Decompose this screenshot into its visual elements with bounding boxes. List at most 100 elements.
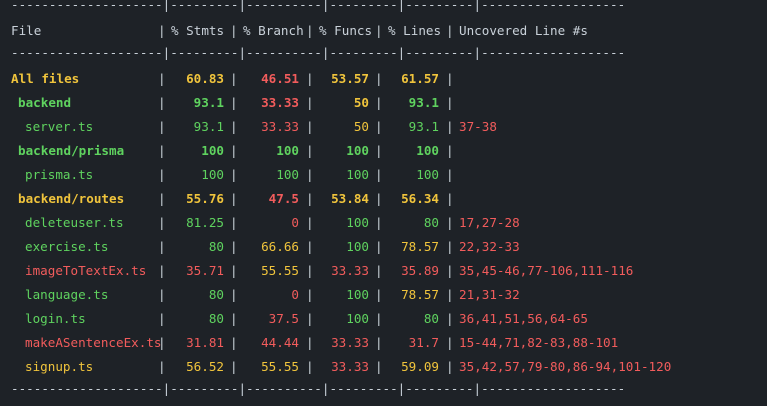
pipe: | xyxy=(158,167,166,182)
file-name: makeASentenceEx.ts xyxy=(25,335,162,350)
pipe: | xyxy=(230,263,238,278)
funcs-value: 100 xyxy=(346,239,369,254)
pipe: | xyxy=(158,311,166,326)
stmts-value: 35.71 xyxy=(186,263,224,278)
branch-value: 100 xyxy=(276,167,299,182)
pipe: | xyxy=(158,263,166,278)
uncovered-lines: 15-44,71,82-83,88-101 xyxy=(459,335,619,350)
pipe: | xyxy=(230,335,238,350)
pipe: | xyxy=(230,167,238,182)
lines-value: 80 xyxy=(423,311,439,326)
uncovered-lines: 22,32-33 xyxy=(459,239,520,254)
uncovered-lines: 35,42,57,79-80,86-94,101-120 xyxy=(459,359,672,374)
pipe: | xyxy=(230,119,238,134)
table-header-row: File | % Stmts | % Branch | % Funcs | % … xyxy=(0,22,767,40)
pipe: | xyxy=(375,263,383,278)
pipe: | xyxy=(446,335,454,350)
pipe: | xyxy=(446,95,454,110)
pipe: | xyxy=(306,311,314,326)
pipe: | xyxy=(375,71,383,86)
table-row: All files | | | | | 60.83 46.51 53.57 61.57 xyxy=(0,70,767,88)
stmts-value: 31.81 xyxy=(186,335,224,350)
pipe: | xyxy=(375,335,383,350)
pipe: | xyxy=(306,119,314,134)
branch-value: 66.66 xyxy=(261,239,299,254)
pipe: | xyxy=(306,239,314,254)
lines-value: 61.57 xyxy=(401,71,439,86)
funcs-value: 100 xyxy=(346,215,369,230)
lines-value: 78.57 xyxy=(401,287,439,302)
lines-value: 56.34 xyxy=(401,191,439,206)
table-row: prisma.ts | | | | | 100 100 100 100 xyxy=(0,166,767,184)
branch-value: 46.51 xyxy=(261,71,299,86)
pipe: | xyxy=(230,71,238,86)
table-row: imageToTextEx.ts | | | | | 35.71 55.55 33.33 35.8… xyxy=(0,262,767,280)
pipe: | xyxy=(230,95,238,110)
pipe: | xyxy=(158,215,166,230)
pipe: | xyxy=(306,143,314,158)
funcs-value: 33.33 xyxy=(331,359,369,374)
pipe: | xyxy=(158,23,166,38)
funcs-value: 100 xyxy=(346,143,369,158)
pipe: | xyxy=(375,191,383,206)
pipe: | xyxy=(230,215,238,230)
pipe: | xyxy=(230,143,238,158)
table-row: backend/prisma | | | | | 100 100 100 100 xyxy=(0,142,767,160)
uncovered-lines: 37-38 xyxy=(459,119,497,134)
funcs-value: 53.84 xyxy=(331,191,369,206)
branch-value: 55.55 xyxy=(261,359,299,374)
pipe: | xyxy=(446,215,454,230)
branch-value: 33.33 xyxy=(261,119,299,134)
pipe: | xyxy=(375,119,383,134)
file-name: imageToTextEx.ts xyxy=(25,263,147,278)
pipe: | xyxy=(446,263,454,278)
funcs-value: 100 xyxy=(346,287,369,302)
funcs-value: 100 xyxy=(346,167,369,182)
pipe: | xyxy=(446,191,454,206)
terminal-output: --------------------|---------|---------… xyxy=(0,0,767,406)
pipe: | xyxy=(158,335,166,350)
table-row: backend/routes | | | | | 55.76 47.5 53.84 56.34 xyxy=(0,190,767,208)
branch-value: 33.33 xyxy=(261,95,299,110)
file-name: prisma.ts xyxy=(25,167,94,182)
pipe: | xyxy=(230,287,238,302)
pipe: | xyxy=(306,167,314,182)
stmts-value: 100 xyxy=(201,167,224,182)
pipe: | xyxy=(446,311,454,326)
pipe: | xyxy=(306,215,314,230)
lines-value: 100 xyxy=(416,167,439,182)
table-row: deleteuser.ts | | | | | 81.25 0 100 80 17,27-28 xyxy=(0,214,767,232)
uncovered-lines: 21,31-32 xyxy=(459,287,520,302)
lines-value: 35.89 xyxy=(401,263,439,278)
stmts-value: 93.1 xyxy=(193,95,224,110)
file-name: exercise.ts xyxy=(25,239,109,254)
lines-value: 93.1 xyxy=(408,119,439,134)
pipe: | xyxy=(446,239,454,254)
header-file: File xyxy=(11,23,42,38)
lines-value: 100 xyxy=(416,143,439,158)
file-name: backend/routes xyxy=(18,191,125,206)
pipe: | xyxy=(306,359,314,374)
lines-value: 80 xyxy=(423,215,439,230)
uncovered-lines: 36,41,51,56,64-65 xyxy=(459,311,588,326)
table-row: server.ts | | | | | 93.1 33.33 50 93.1 37-38 xyxy=(0,118,767,136)
pipe: | xyxy=(375,311,383,326)
pipe: | xyxy=(375,359,383,374)
pipe: | xyxy=(446,71,454,86)
table-row: language.ts | | | | | 80 0 100 78.57 21,31-32 xyxy=(0,286,767,304)
funcs-value: 33.33 xyxy=(331,263,369,278)
header-uncovered: Uncovered Line #s xyxy=(459,23,588,38)
funcs-value: 53.57 xyxy=(331,71,369,86)
branch-value: 37.5 xyxy=(268,311,299,326)
file-name: backend/prisma xyxy=(18,143,125,158)
header-stmts: % Stmts xyxy=(171,23,225,38)
stmts-value: 100 xyxy=(201,143,224,158)
pipe: | xyxy=(230,239,238,254)
pipe: | xyxy=(306,191,314,206)
separator-bottom: --------------------|---------|---------… xyxy=(11,381,626,396)
table-row: exercise.ts | | | | | 80 66.66 100 78.57 22,32-33 xyxy=(0,238,767,256)
branch-value: 47.5 xyxy=(268,191,299,206)
pipe: | xyxy=(306,263,314,278)
pipe: | xyxy=(306,95,314,110)
funcs-value: 100 xyxy=(346,311,369,326)
